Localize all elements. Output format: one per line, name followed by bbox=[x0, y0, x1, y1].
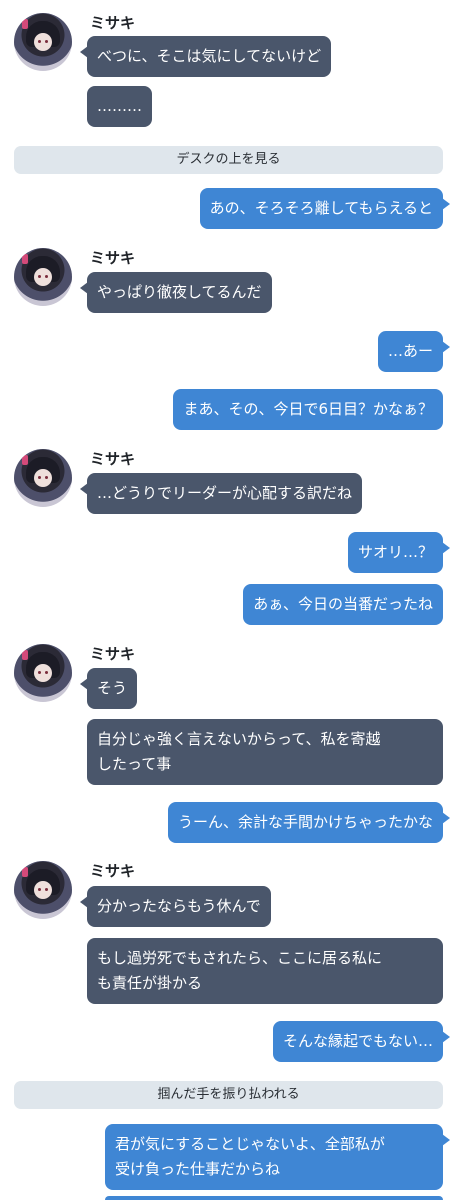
message-line: も責任が掛かる bbox=[97, 974, 203, 992]
message-bubble: …あー bbox=[377, 331, 451, 372]
message-bubble: ……… bbox=[87, 86, 152, 127]
message-bubble: そんな縁起でもない… bbox=[272, 1021, 451, 1062]
partial-bubble-edge bbox=[105, 1196, 443, 1200]
message-bubble: うーん、余計な手間かけちゃったかな bbox=[167, 802, 451, 843]
message-line: 君が気にすることじゃないよ、全部私が bbox=[115, 1135, 385, 1153]
message-bubble: あの、そろそろ離してもらえると bbox=[199, 188, 451, 229]
character-name: ミサキ bbox=[90, 862, 136, 880]
message-line: もし過労死でもされたら、ここに居る私に bbox=[97, 949, 383, 967]
avatar bbox=[14, 861, 72, 919]
message-line: 受け負った仕事だからね bbox=[115, 1160, 281, 1178]
character-name: ミサキ bbox=[90, 249, 136, 267]
avatar bbox=[14, 13, 72, 71]
avatar bbox=[14, 248, 72, 306]
narration-bar: 掴んだ手を振り払われる bbox=[14, 1081, 443, 1109]
message-bubble-multiline: 自分じゃ強く言えないからって、私を寄越 したって事 bbox=[87, 719, 443, 785]
message-bubble: やっぱり徹夜してるんだ bbox=[80, 272, 272, 313]
avatar bbox=[14, 449, 72, 507]
message-bubble: サオリ…？ bbox=[347, 532, 451, 573]
message-bubble: まあ、その、今日で6日目？かなぁ？ bbox=[173, 389, 443, 430]
character-name: ミサキ bbox=[90, 450, 136, 468]
message-bubble: そう bbox=[79, 668, 138, 709]
message-line: したって事 bbox=[97, 755, 172, 773]
message-bubble: 分かったならもう休んで bbox=[80, 886, 271, 927]
message-bubble-multiline: 君が気にすることじゃないよ、全部私が 受け負った仕事だからね bbox=[105, 1124, 450, 1190]
message-line: 自分じゃ強く言えないからって、私を寄越 bbox=[97, 730, 381, 748]
character-name: ミサキ bbox=[90, 14, 136, 32]
avatar bbox=[14, 644, 72, 702]
message-bubble-multiline: もし過労死でもされたら、ここに居る私に も責任が掛かる bbox=[87, 938, 443, 1004]
character-name: ミサキ bbox=[90, 645, 136, 663]
narration-bar: デスクの上を見る bbox=[14, 146, 443, 174]
message-bubble: べつに、そこは気にしてないけど bbox=[79, 36, 332, 77]
message-bubble: あぁ、今日の当番だったね bbox=[243, 584, 443, 625]
message-bubble: …どうりでリーダーが心配する訳だね bbox=[79, 473, 363, 514]
